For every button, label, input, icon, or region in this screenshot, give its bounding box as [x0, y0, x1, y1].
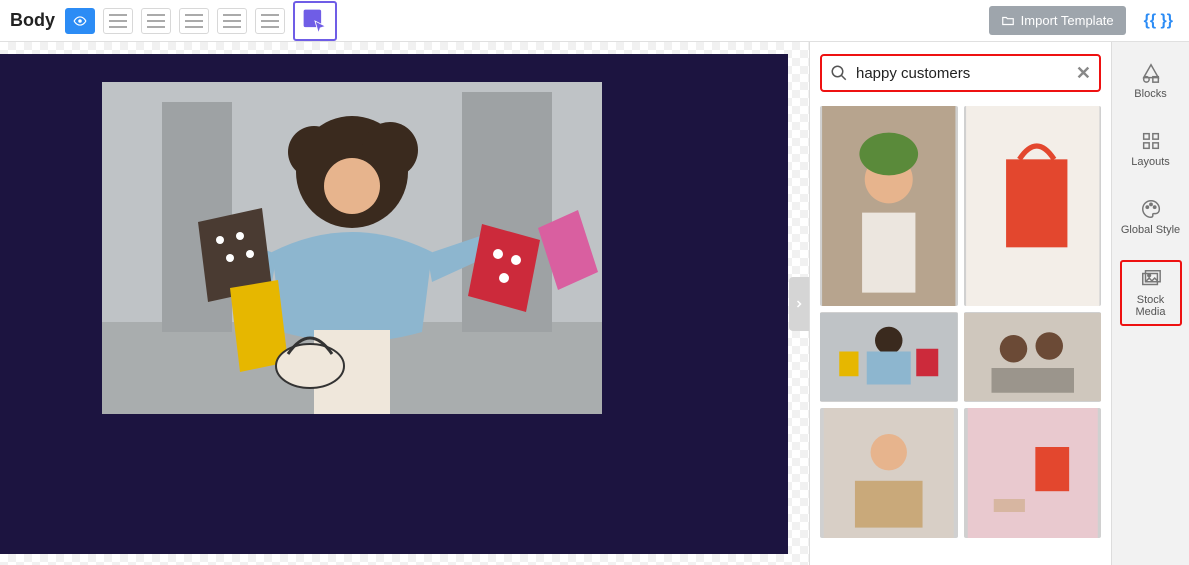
import-template-button[interactable]: Import Template [989, 6, 1126, 35]
stock-media-icon [1140, 268, 1162, 290]
stock-result[interactable] [964, 312, 1102, 402]
import-template-label: Import Template [1021, 13, 1114, 28]
stock-media-panel: ✕ [809, 42, 1111, 565]
rail-stock-media[interactable]: Stock Media [1120, 260, 1182, 326]
body-label: Body [10, 10, 55, 31]
search-icon [830, 64, 848, 82]
preview-button[interactable] [65, 8, 95, 34]
rail-global-style[interactable]: Global Style [1120, 192, 1182, 242]
stock-result[interactable] [820, 312, 958, 402]
eye-icon [71, 14, 89, 28]
rail-blocks[interactable]: Blocks [1120, 56, 1182, 106]
folder-icon [1001, 14, 1015, 28]
top-toolbar: Body Import Template {{ }} [0, 0, 1189, 42]
layout-tool-2[interactable] [141, 8, 171, 34]
hero-image[interactable] [102, 82, 602, 414]
layout-tool-1[interactable] [103, 8, 133, 34]
stock-result[interactable] [820, 106, 958, 306]
stock-search-input[interactable] [856, 65, 1068, 82]
layout-tool-4[interactable] [217, 8, 247, 34]
stock-results-grid [820, 106, 1101, 538]
layout-tool-3[interactable] [179, 8, 209, 34]
layout-tool-5[interactable] [255, 8, 285, 34]
clear-search-button[interactable]: ✕ [1076, 63, 1091, 84]
right-rail: Blocks Layouts Global Style Stock Media [1111, 42, 1189, 565]
stock-result[interactable] [964, 408, 1102, 538]
rail-layouts[interactable]: Layouts [1120, 124, 1182, 174]
block-selection-tool[interactable] [293, 1, 337, 41]
grid-icon [1140, 130, 1162, 152]
rail-stock-media-label: Stock Media [1122, 294, 1180, 318]
chevron-right-icon [793, 298, 805, 310]
merge-tags-button[interactable]: {{ }} [1144, 12, 1173, 30]
editor-body: ✕ [0, 42, 1189, 565]
stock-result[interactable] [820, 408, 958, 538]
hero-image-illustration [102, 82, 602, 414]
rail-layouts-label: Layouts [1131, 156, 1170, 168]
canvas[interactable] [0, 42, 809, 565]
stock-result[interactable] [964, 106, 1102, 306]
shapes-icon [1140, 62, 1162, 84]
stock-search[interactable]: ✕ [820, 54, 1101, 92]
panel-collapse-toggle[interactable] [789, 277, 809, 331]
rail-global-style-label: Global Style [1121, 224, 1180, 236]
email-body-block[interactable] [0, 54, 788, 554]
rail-blocks-label: Blocks [1134, 88, 1166, 100]
palette-icon [1140, 198, 1162, 220]
puzzle-cursor-icon [301, 7, 329, 35]
